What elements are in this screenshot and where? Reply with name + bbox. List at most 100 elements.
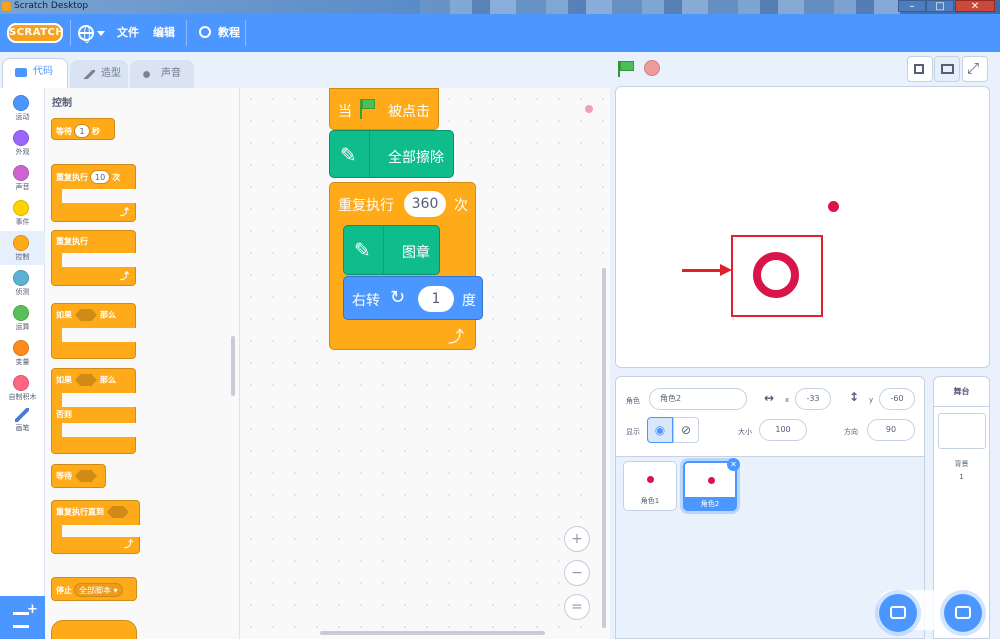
category-motion[interactable]: 运动	[0, 91, 45, 125]
language-globe-icon[interactable]	[78, 25, 94, 43]
stage-canvas[interactable]	[615, 86, 990, 368]
add-extension-button[interactable]	[0, 596, 45, 639]
boolean-slot[interactable]	[75, 374, 97, 386]
zoom-in-button[interactable]: +	[564, 526, 590, 552]
category-variables[interactable]: 变量	[0, 336, 45, 370]
category-label: 声音	[15, 183, 30, 191]
tab-code[interactable]: 代码	[2, 58, 68, 88]
small-stage-icon	[914, 64, 924, 74]
block-if-else[interactable]: 如果 那么 否则	[51, 368, 136, 454]
block-pen-stamp[interactable]: ✎ 图章	[343, 225, 440, 275]
category-events[interactable]: 事件	[0, 196, 45, 230]
menu-divider	[70, 20, 71, 46]
tab-costumes[interactable]: 造型	[70, 60, 128, 88]
stop-button[interactable]	[644, 60, 660, 76]
block-turn-right[interactable]: 右转 ↻ 1 度	[343, 276, 483, 320]
green-flag-icon	[362, 99, 375, 109]
direction-input[interactable]: 90	[867, 419, 915, 441]
fullscreen-button[interactable]	[962, 56, 988, 82]
small-stage-button[interactable]	[907, 56, 933, 82]
block-input[interactable]: 10	[90, 170, 111, 184]
block-text: 重复执行	[56, 173, 88, 182]
category-variables-dot	[13, 340, 29, 356]
close-button[interactable]: ✕	[955, 0, 995, 12]
tab-code-label: 代码	[33, 66, 53, 77]
sprite1-dot[interactable]	[828, 201, 839, 212]
lightbulb-icon[interactable]	[199, 26, 211, 38]
block-repeat-until[interactable]: 重复执行直到 ⤴	[51, 500, 140, 554]
sprite-tile-2[interactable]: 角色2 ✕	[683, 458, 740, 511]
stage-thumbnail[interactable]	[938, 413, 986, 449]
pen-icon: ✎	[354, 238, 371, 262]
block-text: 等待	[56, 471, 72, 481]
y-position-input[interactable]: -60	[879, 388, 915, 410]
chevron-down-icon[interactable]	[97, 31, 105, 36]
menu-tutorials[interactable]: 教程	[218, 25, 240, 41]
category-label: 事件	[15, 218, 30, 226]
size-input[interactable]: 100	[759, 419, 807, 441]
x-position-input[interactable]: -33	[795, 388, 831, 410]
block-wait[interactable]: 等待 1 秒	[51, 118, 115, 140]
normal-stage-button[interactable]	[934, 56, 960, 82]
block-pen-clear[interactable]: ✎ 全部擦除	[329, 130, 454, 178]
delete-sprite-icon[interactable]: ✕	[727, 458, 740, 471]
code-icon	[15, 68, 27, 77]
green-flag-button[interactable]	[618, 61, 634, 77]
category-operators[interactable]: 运算	[0, 301, 45, 335]
tab-sounds[interactable]: 声音	[130, 60, 194, 88]
block-wait-until[interactable]: 等待	[51, 464, 106, 488]
menu-file[interactable]: 文件	[117, 25, 139, 41]
boolean-slot[interactable]	[107, 506, 129, 518]
category-looks[interactable]: 外观	[0, 126, 45, 160]
category-label: 运算	[15, 323, 30, 331]
category-control[interactable]: 控制	[0, 231, 45, 265]
category-pen[interactable]: 画笔	[0, 406, 45, 440]
category-sound[interactable]: 声音	[0, 161, 45, 195]
category-sound-dot	[13, 165, 29, 181]
backdrops-label: 背景	[954, 460, 969, 468]
sprite-tile-1[interactable]: 角色1	[623, 461, 677, 511]
boolean-slot[interactable]	[75, 470, 97, 482]
block-hat-partial[interactable]	[51, 620, 137, 639]
block-if-then[interactable]: 如果 那么	[51, 303, 136, 359]
scratch-logo[interactable]: SCRATCH	[7, 23, 64, 43]
block-stop[interactable]: 停止 全部脚本 ▾	[51, 577, 137, 601]
show-visible-button[interactable]: ◉	[647, 417, 673, 443]
loop-arrow-icon: ⤴	[448, 327, 465, 346]
brush-icon	[83, 70, 95, 79]
maximize-button[interactable]: □	[926, 0, 954, 12]
zoom-out-button[interactable]: −	[564, 560, 590, 586]
block-mouth	[62, 189, 136, 203]
category-sensing[interactable]: 侦测	[0, 266, 45, 300]
stop-option-dropdown[interactable]: 全部脚本 ▾	[74, 583, 123, 597]
tab-sounds-label: 声音	[161, 68, 181, 79]
block-input[interactable]: 1	[74, 124, 90, 138]
backdrops-count: 1	[959, 473, 964, 481]
script-area[interactable]: 当 被点击 ✎ 全部擦除 重复执行 360 次 ⤴ ✎ 图章 右转 ↻ 1 度 …	[240, 88, 610, 639]
minimize-button[interactable]: –	[898, 0, 926, 12]
sprite-name-input[interactable]: 角色2	[649, 388, 747, 410]
normal-stage-icon	[941, 64, 954, 74]
block-forever[interactable]: 重复执行 ⤴	[51, 230, 136, 286]
script-horizontal-scrollbar[interactable]	[320, 631, 545, 635]
menu-edit[interactable]: 编辑	[153, 25, 175, 41]
boolean-slot[interactable]	[75, 309, 97, 321]
stage-panel-title: 舞台	[934, 377, 989, 407]
choose-sprite-button[interactable]	[879, 594, 917, 632]
block-when-flag-clicked[interactable]: 当 被点击	[329, 88, 439, 130]
choose-backdrop-button[interactable]	[944, 594, 982, 632]
turn-degrees-input[interactable]: 1	[418, 286, 454, 312]
repeat-count-input[interactable]: 360	[404, 191, 446, 217]
window-titlebar: Scratch Desktop – □ ✕	[0, 0, 1000, 14]
category-my-blocks-dot	[13, 375, 29, 391]
category-my-blocks[interactable]: 自制积木	[0, 371, 45, 405]
category-label: 自制积木	[8, 393, 37, 401]
sprite-indicator-dot	[585, 105, 593, 113]
show-hidden-button[interactable]: ⊘	[673, 417, 699, 443]
block-repeat[interactable]: 重复执行 10 次 ⤴	[51, 164, 136, 222]
zoom-reset-button[interactable]: =	[564, 594, 590, 620]
script-vertical-scrollbar[interactable]	[602, 268, 606, 628]
menu-divider	[186, 20, 187, 46]
block-text: 等待	[56, 127, 72, 136]
palette-scrollbar[interactable]	[231, 336, 235, 396]
